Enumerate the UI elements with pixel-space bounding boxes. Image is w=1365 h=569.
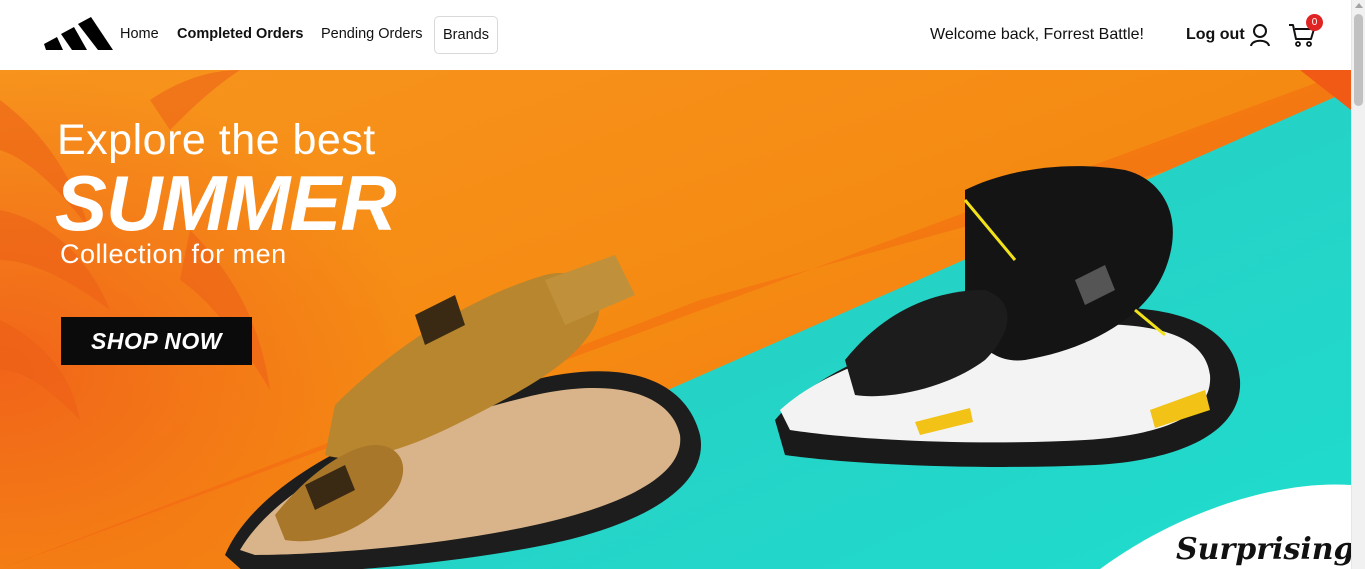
black-sandal-image (775, 166, 1241, 467)
hero-banner: Explore the best SUMMER Collection for m… (0, 70, 1351, 569)
brown-sandal-image (225, 255, 702, 569)
page: Home Completed Orders Pending Orders Bra… (0, 0, 1365, 569)
nav-brands-dropdown[interactable]: Brands (434, 16, 498, 54)
welcome-message: Welcome back, Forrest Battle! (930, 26, 1144, 43)
nav-pending-orders-link[interactable]: Pending Orders (321, 24, 423, 44)
cart-count-badge: 0 (1306, 14, 1323, 31)
logout-link[interactable]: Log out (1186, 25, 1245, 45)
hero-headline-line1: Explore the best (57, 116, 376, 164)
scroll-thumb[interactable] (1354, 14, 1363, 106)
page-scrollbar[interactable] (1351, 0, 1365, 569)
nav-completed-orders-link[interactable]: Completed Orders (177, 24, 304, 44)
user-icon[interactable] (1249, 23, 1271, 47)
scroll-up-arrow-icon[interactable] (1355, 3, 1363, 8)
navbar: Home Completed Orders Pending Orders Bra… (0, 0, 1351, 70)
nav-home-link[interactable]: Home (120, 24, 159, 44)
surprisingly-caption: Surprisingly (1176, 532, 1351, 567)
hero-headline-summer: SUMMER (55, 159, 397, 247)
adidas-stripes-logo[interactable] (42, 9, 114, 52)
